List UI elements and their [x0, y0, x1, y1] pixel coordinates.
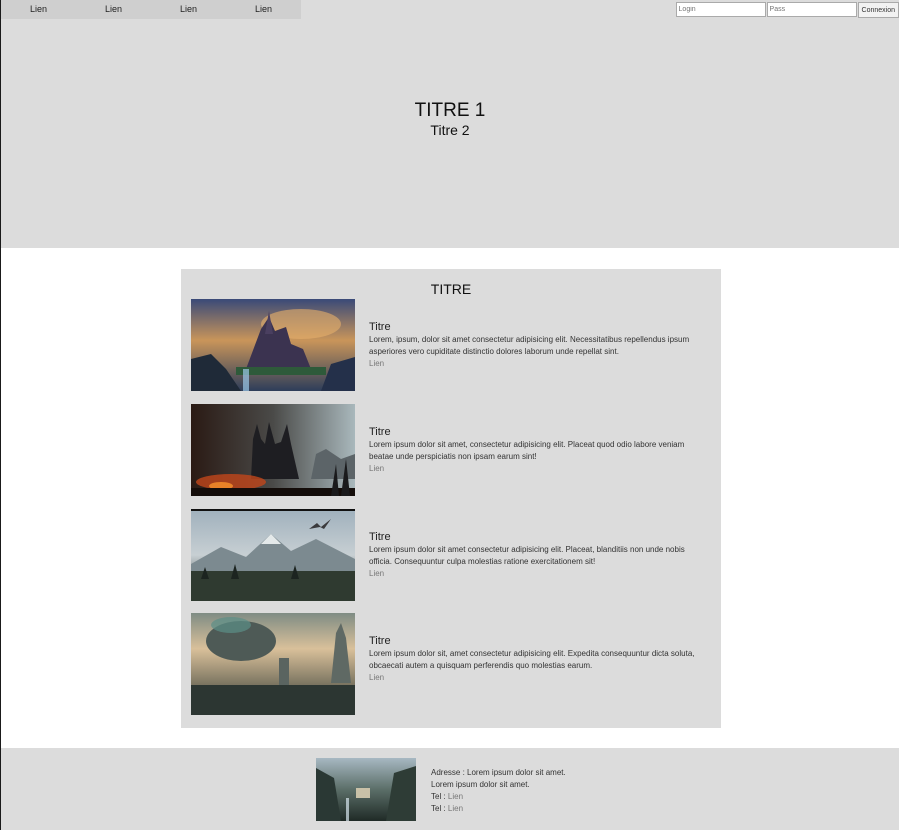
- tel-label: Tel :: [431, 804, 446, 813]
- article-link[interactable]: Lien: [369, 568, 699, 580]
- nav-link-3[interactable]: Lien: [151, 0, 226, 19]
- article-image: [191, 509, 355, 601]
- article-title: Titre: [369, 426, 391, 438]
- connexion-button[interactable]: Connexion: [857, 2, 899, 18]
- hero-title: TITRE 1: [414, 100, 486, 121]
- article-image: [191, 613, 355, 715]
- address-line-2: Lorem ipsum dolor sit amet.: [431, 780, 530, 789]
- login-form: Connexion: [675, 2, 899, 18]
- nav-link-2[interactable]: Lien: [76, 0, 151, 19]
- article-text: Titre Lorem ipsum dolor sit amet, consec…: [369, 426, 699, 475]
- tel-label: Tel :: [431, 792, 446, 801]
- article-link[interactable]: Lien: [369, 672, 699, 684]
- article-title: Titre: [369, 531, 391, 543]
- article-card: Titre Lorem ipsum dolor sit amet, consec…: [191, 404, 711, 496]
- tel-line-1: Tel : Lien: [431, 791, 566, 803]
- article-title: Titre: [369, 321, 391, 333]
- password-input[interactable]: [766, 2, 857, 17]
- article-title: Titre: [369, 635, 391, 647]
- article-description: Lorem, ipsum, dolor sit amet consectetur…: [369, 335, 690, 356]
- hero-titles: TITRE 1 Titre 2: [1, 100, 899, 139]
- article-description: Lorem ipsum dolor sit amet, consectetur …: [369, 440, 685, 461]
- article-image: [191, 299, 355, 391]
- article-text: Titre Lorem ipsum dolor sit amet consect…: [369, 531, 699, 580]
- footer-image: [316, 758, 416, 821]
- article-card: Titre Lorem ipsum dolor sit amet consect…: [191, 509, 711, 601]
- hero-subtitle: Titre 2: [430, 122, 470, 138]
- article-text: Titre Lorem, ipsum, dolor sit amet conse…: [369, 321, 699, 370]
- login-input[interactable]: [675, 2, 766, 17]
- article-text: Titre Lorem ipsum dolor sit, amet consec…: [369, 635, 699, 684]
- section-title: TITRE: [430, 281, 472, 297]
- contact-info: Adresse : Lorem ipsum dolor sit amet. Lo…: [431, 767, 566, 815]
- nav-link-4[interactable]: Lien: [226, 0, 301, 19]
- nav-bar: Lien Lien Lien Lien: [1, 0, 301, 19]
- address-line: Adresse : Lorem ipsum dolor sit amet.: [431, 768, 566, 777]
- article-description: Lorem ipsum dolor sit, amet consectetur …: [369, 649, 695, 670]
- article-image: [191, 404, 355, 496]
- article-card: Titre Lorem, ipsum, dolor sit amet conse…: [191, 299, 711, 391]
- tel-line-2: Tel : Lien: [431, 803, 566, 815]
- article-description: Lorem ipsum dolor sit amet consectetur a…: [369, 545, 685, 566]
- tel-link[interactable]: Lien: [448, 804, 463, 813]
- tel-link[interactable]: Lien: [448, 792, 463, 801]
- article-card: Titre Lorem ipsum dolor sit, amet consec…: [191, 613, 711, 715]
- article-link[interactable]: Lien: [369, 358, 699, 370]
- nav-link-1[interactable]: Lien: [1, 0, 76, 19]
- header: Lien Lien Lien Lien Connexion TITRE 1 Ti…: [1, 0, 899, 248]
- article-link[interactable]: Lien: [369, 463, 699, 475]
- articles-section: TITRE Titre Lorem, ipsum, dolor sit amet…: [181, 269, 721, 728]
- footer: Adresse : Lorem ipsum dolor sit amet. Lo…: [1, 748, 899, 830]
